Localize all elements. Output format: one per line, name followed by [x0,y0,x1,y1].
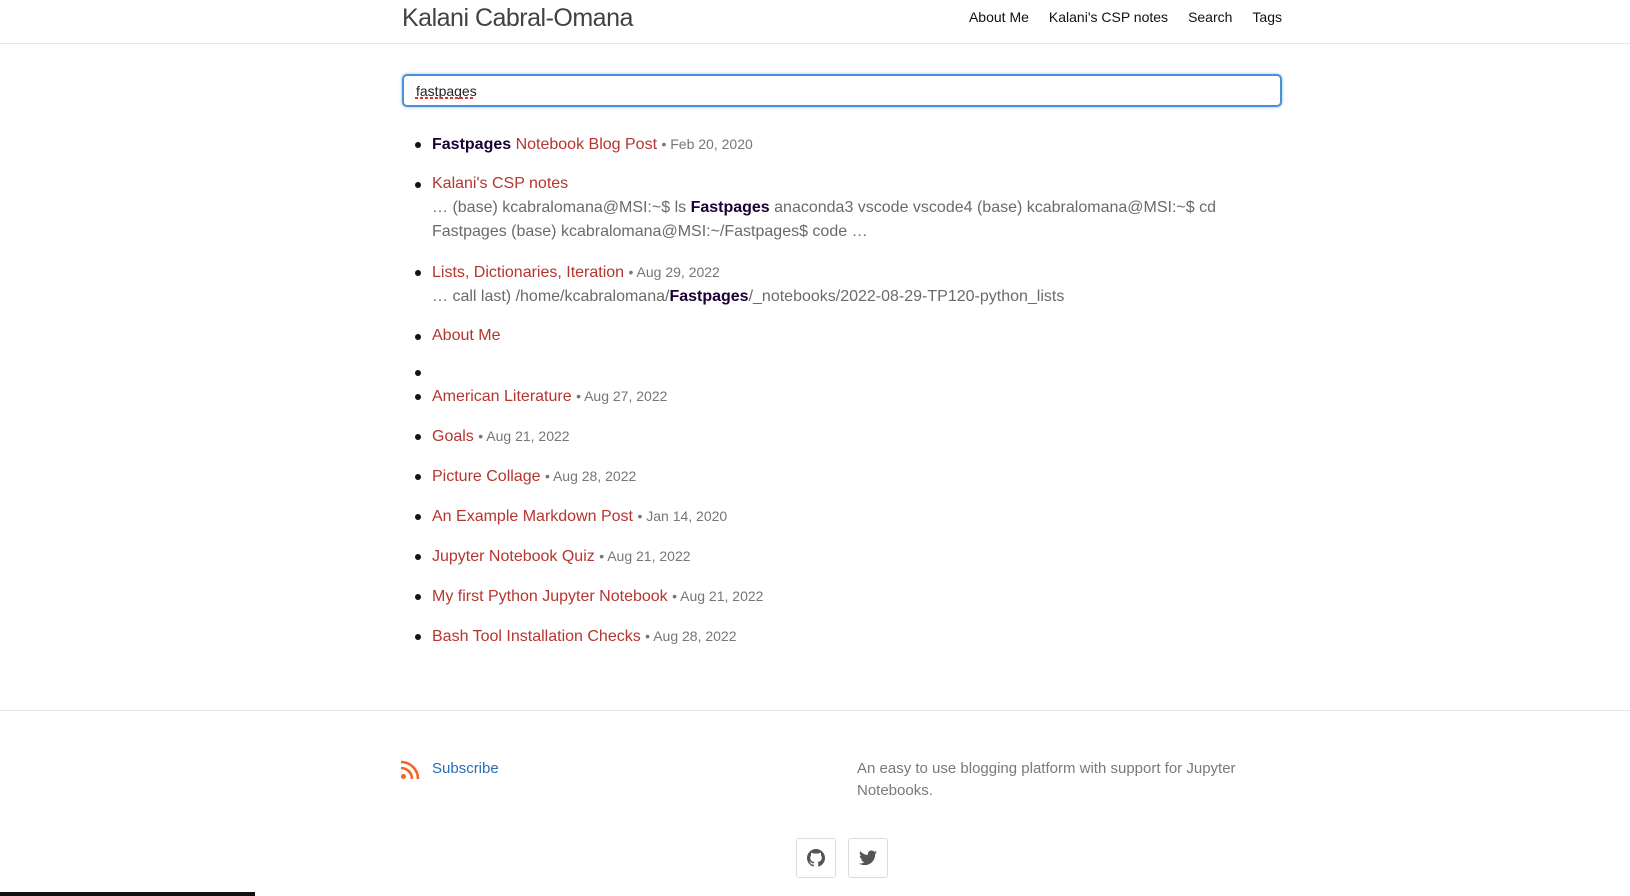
nav-about-me[interactable]: About Me [969,9,1029,25]
site-title[interactable]: Kalani Cabral-Omana [402,4,633,33]
result-link[interactable]: American Literature [432,388,572,405]
result-item: American Literature • Aug 27, 2022 [415,384,1272,409]
bullet [415,370,421,376]
result-item: Lists, Dictionaries, Iteration • Aug 29,… [415,260,1272,309]
main-nav: About Me Kalani's CSP notes Search Tags [949,9,1282,25]
bullet [415,634,421,640]
bullet [415,334,421,340]
spellcheck-underline [415,97,475,99]
result-item: Fastpages Notebook Blog Post • Feb 20, 2… [415,132,1272,157]
result-date: • Jan 14, 2020 [637,508,728,524]
bottom-scroll-bar [0,892,255,896]
result-link[interactable]: About Me [432,327,500,344]
twitter-button[interactable] [848,838,888,878]
result-date: • Aug 21, 2022 [478,428,570,444]
site-header: Kalani Cabral-Omana About Me Kalani's CS… [0,0,1630,44]
twitter-icon [859,850,877,866]
result-item: Bash Tool Installation Checks • Aug 28, … [415,624,1272,649]
bullet [415,182,421,188]
result-link[interactable]: Bash Tool Installation Checks [432,628,641,645]
result-date: • Aug 21, 2022 [672,588,764,604]
nav-tags[interactable]: Tags [1252,9,1282,25]
bullet [415,554,421,560]
result-item: Picture Collage • Aug 28, 2022 [415,464,1272,489]
result-date: • Aug 27, 2022 [576,388,668,404]
result-date: • Aug 28, 2022 [544,468,637,484]
result-excerpt: … call last) /home/kcabralomana/Fastpage… [432,288,1064,305]
result-item: About Me [415,324,1272,348]
result-item: My first Python Jupyter Notebook • Aug 2… [415,584,1272,609]
result-item: Jupyter Notebook Quiz • Aug 21, 2022 [415,544,1272,569]
footer-divider [0,710,1630,711]
result-item: An Example Markdown Post • Jan 14, 2020 [415,504,1272,529]
result-link[interactable]: Kalani's CSP notes [432,175,568,192]
result-item: Kalani's CSP notes … (base) kcabralomana… [415,172,1272,244]
bullet [415,394,421,400]
nav-csp-notes[interactable]: Kalani's CSP notes [1049,9,1168,25]
highlight: Fastpages [690,199,770,216]
rss-icon[interactable] [400,760,420,780]
result-link[interactable]: An Example Markdown Post [432,508,633,525]
excerpt-text: /_notebooks/2022-08-29-TP120-python_list… [748,288,1065,305]
result-link[interactable]: My first Python Jupyter Notebook [432,588,668,605]
bullet [415,514,421,520]
result-link[interactable]: Fastpages Notebook Blog Post [432,136,657,153]
result-link[interactable]: Picture Collage [432,468,541,485]
result-date: • Aug 28, 2022 [645,628,737,644]
nav-search[interactable]: Search [1188,9,1232,25]
highlight: Fastpages [432,136,512,153]
subscribe-link[interactable]: Subscribe [432,760,499,777]
result-item: Goals • Aug 21, 2022 [415,424,1272,449]
github-button[interactable] [796,838,836,878]
excerpt-text: … call last) /home/kcabralomana/ [432,288,670,305]
result-date: • Aug 29, 2022 [628,264,720,280]
bullet [415,434,421,440]
result-title: Notebook Blog Post [511,136,658,153]
bullet [415,594,421,600]
result-excerpt: … (base) kcabralomana@MSI:~$ ls Fastpage… [432,199,1216,240]
site-tagline: An easy to use blogging platform with su… [857,760,1236,799]
result-date: • Aug 21, 2022 [599,548,691,564]
github-icon [807,849,825,867]
result-link[interactable]: Lists, Dictionaries, Iteration [432,264,624,281]
bullet [415,270,421,276]
search-input[interactable] [402,74,1282,107]
result-date: • Feb 20, 2020 [661,136,753,152]
highlight: Fastpages [669,288,749,305]
excerpt-text: … (base) kcabralomana@MSI:~$ ls [432,199,691,216]
result-link[interactable]: Goals [432,428,474,445]
result-link[interactable]: Jupyter Notebook Quiz [432,548,595,565]
bullet [415,474,421,480]
bullet [415,142,421,148]
